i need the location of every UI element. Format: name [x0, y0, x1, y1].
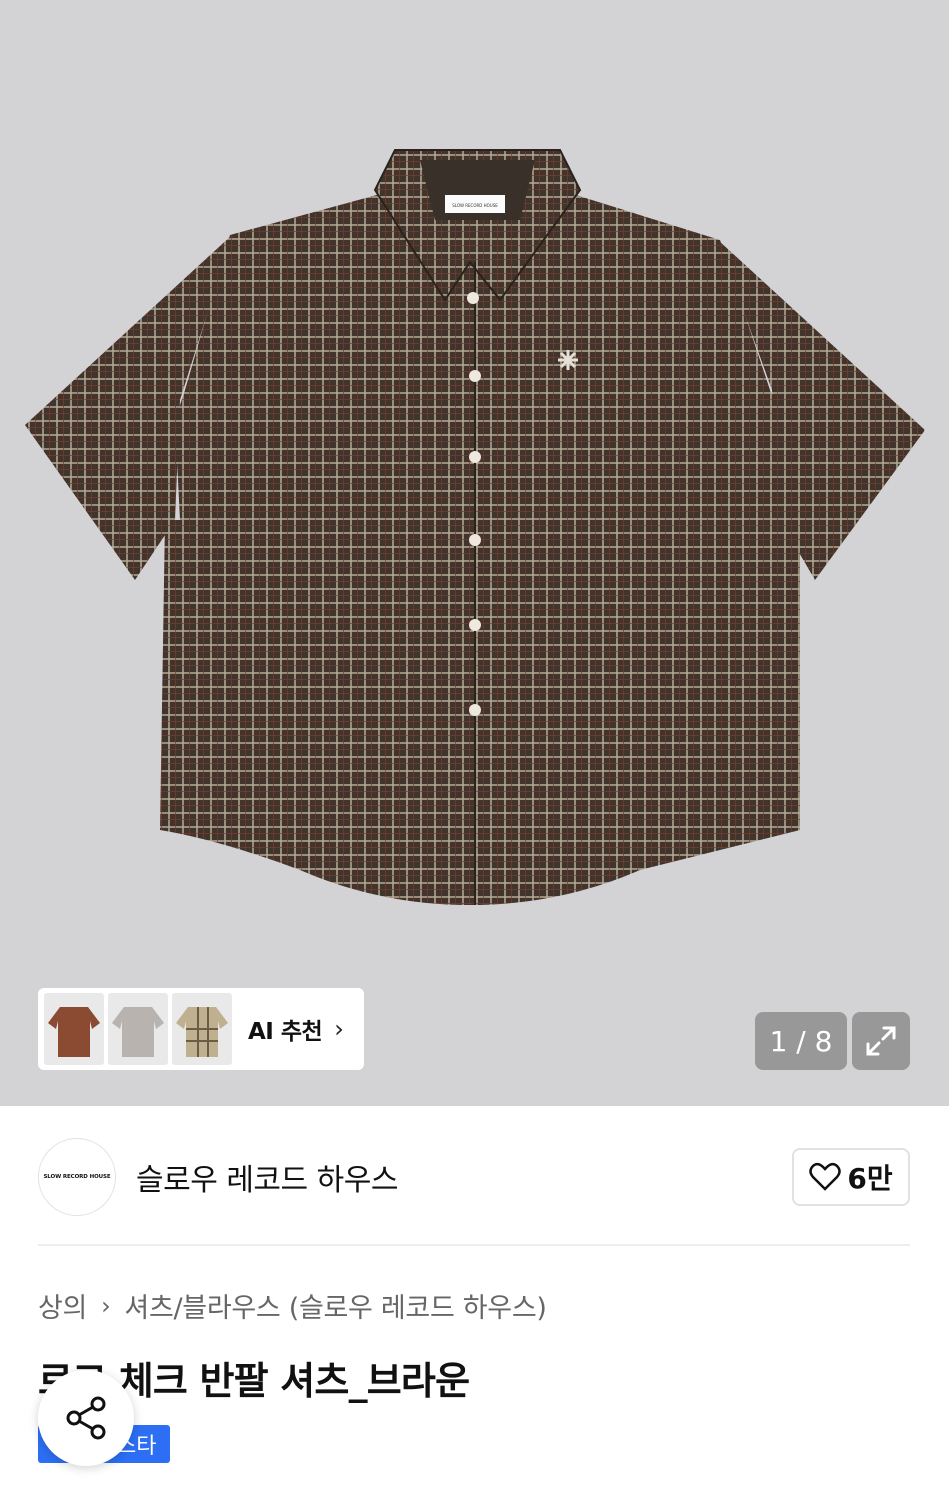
thumbnail-beige-check-shirt[interactable]: [172, 993, 232, 1065]
ai-recommend-strip[interactable]: AI 추천 ›: [38, 988, 364, 1070]
divider: [38, 1244, 910, 1246]
heart-icon: [809, 1162, 842, 1191]
thumbnail-grey-shirt[interactable]: [108, 993, 168, 1065]
expand-button[interactable]: [852, 1012, 910, 1070]
thumbnail-brown-shirt[interactable]: [44, 993, 104, 1065]
breadcrumb-category[interactable]: 상의: [38, 1286, 87, 1325]
product-image: SLOW RECORD HOUSE: [25, 149, 925, 905]
brand-row: SLOW RECORD HOUSE 슬로우 레코드 하우스 6만: [38, 1138, 910, 1216]
breadcrumb: 상의 › 셔츠/블라우스 (슬로우 레코드 하우스): [38, 1286, 547, 1325]
product-image-gallery[interactable]: SLOW RECORD HOUSE AI 추천 › 1 / 8: [0, 0, 949, 1106]
image-counter: 1 / 8: [755, 1012, 847, 1070]
like-button[interactable]: 6만: [792, 1148, 910, 1206]
ai-recommend-label: AI 추천: [248, 1019, 323, 1045]
share-icon: [66, 1396, 106, 1440]
brand-name[interactable]: 슬로우 레코드 하우스: [136, 1155, 398, 1199]
like-count: 6만: [847, 1162, 893, 1195]
svg-text:SLOW RECORD HOUSE: SLOW RECORD HOUSE: [452, 203, 498, 208]
brand-logo[interactable]: SLOW RECORD HOUSE: [38, 1138, 116, 1216]
share-button[interactable]: [38, 1370, 134, 1466]
expand-icon: [866, 1026, 896, 1056]
chevron-right-icon: ›: [334, 1015, 344, 1043]
breadcrumb-subcategory[interactable]: 셔츠/블라우스 (슬로우 레코드 하우스): [124, 1286, 547, 1325]
chevron-right-icon: ›: [101, 1291, 111, 1320]
